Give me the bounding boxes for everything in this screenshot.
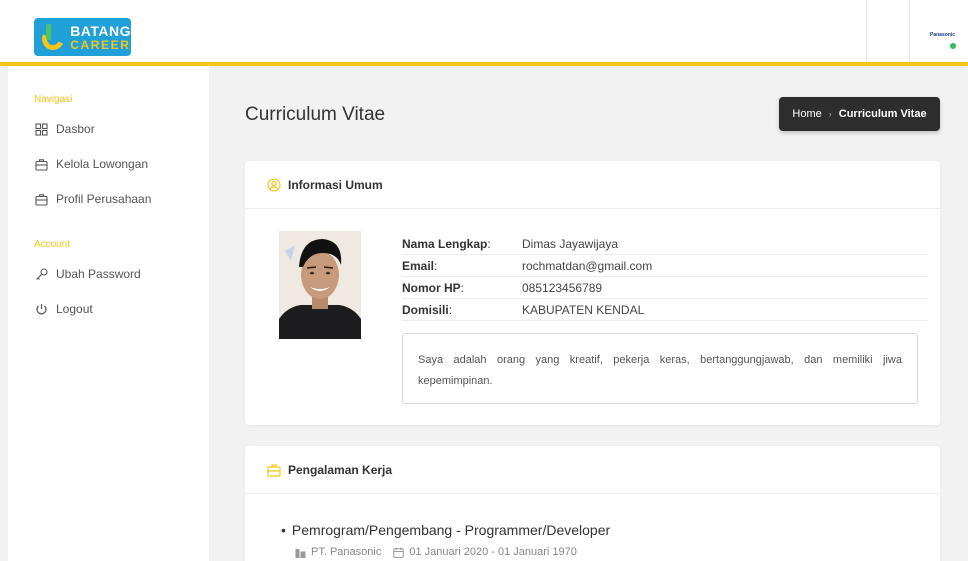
sidebar-item-logout[interactable]: Logout — [34, 302, 93, 316]
sidebar-heading-navigasi: Navigasi — [34, 94, 73, 105]
online-status-dot — [950, 43, 956, 49]
about-me-text: Saya adalah orang yang kreatif, pekerja … — [402, 333, 918, 404]
breadcrumb: Home › Curriculum Vitae — [779, 97, 940, 131]
sidebar-item-dasbor[interactable]: Dasbor — [34, 122, 95, 136]
breadcrumb-separator-icon: › — [828, 109, 832, 119]
sidebar-item-ubah-password[interactable]: Ubah Password — [34, 267, 141, 281]
navbar-divider — [866, 0, 867, 62]
personal-info-table: Nama Lengkap: Dimas Jayawijaya Email: ro… — [402, 233, 928, 321]
info-label: Email — [402, 258, 435, 273]
sidebar-item-label: Dasbor — [56, 122, 95, 136]
experience-card: Pengalaman Kerja • Pemrogram/Pengembang -… — [245, 446, 940, 561]
info-card: Informasi Umum Nama Lengkap: Dimas Jayaw… — [245, 161, 940, 425]
job-position: Pemrogram/Pengembang - Programmer/Develo… — [291, 522, 611, 538]
batang-career-logo[interactable]: BATANG CAREER — [34, 18, 131, 56]
info-value-domisili: KABUPATEN KENDAL — [522, 302, 645, 317]
key-icon — [34, 267, 48, 281]
top-navbar: BATANG CAREER Panasonic — [0, 0, 968, 66]
info-label: Domisili — [402, 302, 449, 317]
sidebar-item-kelola-lowongan[interactable]: Kelola Lowongan — [34, 157, 148, 171]
experience-card-header: Pengalaman Kerja — [245, 446, 940, 494]
info-label: Nomor HP — [402, 280, 461, 295]
building-icon — [295, 547, 306, 558]
sidebar-item-label: Logout — [56, 302, 93, 316]
job-company: PT. Panasonic — [311, 546, 382, 558]
calendar-icon — [393, 547, 405, 558]
bullet-icon: • — [281, 522, 286, 538]
info-row-domisili: Domisili: KABUPATEN KENDAL — [402, 299, 928, 321]
briefcase-icon — [34, 192, 48, 206]
sidebar-item-label: Ubah Password — [56, 267, 141, 281]
info-card-title: Informasi Umum — [288, 177, 383, 192]
sidebar-heading-account: Account — [34, 239, 71, 250]
sidebar: Navigasi Dasbor Kelola Lowongan Profil P… — [8, 66, 209, 561]
sidebar-item-profil-perusahaan[interactable]: Profil Perusahaan — [34, 192, 151, 206]
logo-text-line2: CAREER — [70, 37, 131, 52]
briefcase-icon — [34, 157, 48, 171]
info-value-nomor-hp: 085123456789 — [522, 280, 603, 295]
breadcrumb-current: Curriculum Vitae — [838, 108, 927, 120]
navbar-divider — [909, 0, 910, 62]
dashboard-icon — [34, 122, 48, 136]
user-circle-icon — [267, 177, 281, 192]
logo-mark-icon — [38, 22, 68, 54]
job-meta: PT. Panasonic 01 Januari 2020 - 01 Janua… — [295, 546, 577, 558]
info-row-nomor-hp: Nomor HP: 085123456789 — [402, 277, 928, 299]
job-item: • Pemrogram/Pengembang - Programmer/Devel… — [281, 522, 610, 538]
briefcase-icon — [267, 463, 281, 477]
info-row-email: Email: rochmatdan@gmail.com — [402, 255, 928, 277]
company-avatar-label[interactable]: Panasonic — [930, 32, 955, 38]
info-label: Nama Lengkap — [402, 236, 488, 251]
sidebar-item-label: Kelola Lowongan — [56, 157, 149, 171]
profile-photo — [279, 231, 361, 339]
info-value-nama: Dimas Jayawijaya — [522, 236, 619, 251]
sidebar-item-label: Profil Perusahaan — [56, 192, 152, 206]
breadcrumb-home-link[interactable]: Home — [792, 108, 821, 120]
info-card-header: Informasi Umum — [245, 161, 940, 209]
info-row-nama: Nama Lengkap: Dimas Jayawijaya — [402, 233, 928, 255]
info-value-email: rochmatdan@gmail.com — [522, 258, 653, 273]
power-icon — [34, 302, 48, 316]
page-title: Curriculum Vitae — [245, 104, 386, 125]
experience-card-title: Pengalaman Kerja — [288, 462, 393, 477]
job-period: 01 Januari 2020 - 01 Januari 1970 — [409, 546, 577, 558]
logo-text-line1: BATANG — [70, 22, 131, 39]
